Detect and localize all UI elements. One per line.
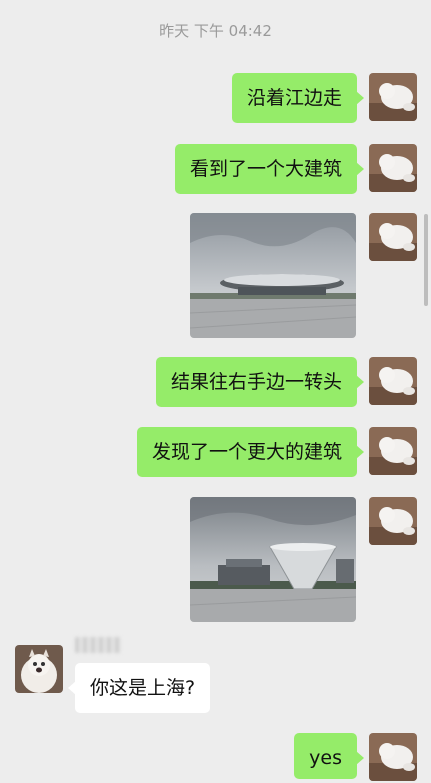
contact-message-bubble[interactable]: 你这是上海? [67,663,211,713]
timestamp: 昨天 下午 04:42 [159,22,272,40]
my-message-bubble[interactable]: 结果往右手边一转头 [155,357,365,407]
sender-name-blurred [75,637,121,653]
scrollbar[interactable] [424,214,428,306]
my-message-bubble[interactable]: 看到了一个大建筑 [174,144,365,194]
inverted-cone-building-photo[interactable] [190,497,356,622]
flying-saucer-building-photo[interactable] [190,213,356,338]
my-message-bubble[interactable]: 发现了一个更大的建筑 [136,427,365,477]
my-avatar[interactable] [369,733,417,781]
contact-avatar[interactable] [15,645,63,693]
my-message-bubble[interactable]: yes [294,733,364,779]
my-message-bubble[interactable]: 沿着江边走 [231,73,365,123]
my-avatar[interactable] [369,427,417,475]
my-avatar[interactable] [369,497,417,545]
my-avatar[interactable] [369,213,417,261]
my-avatar[interactable] [369,144,417,192]
my-avatar[interactable] [369,73,417,121]
my-avatar[interactable] [369,357,417,405]
